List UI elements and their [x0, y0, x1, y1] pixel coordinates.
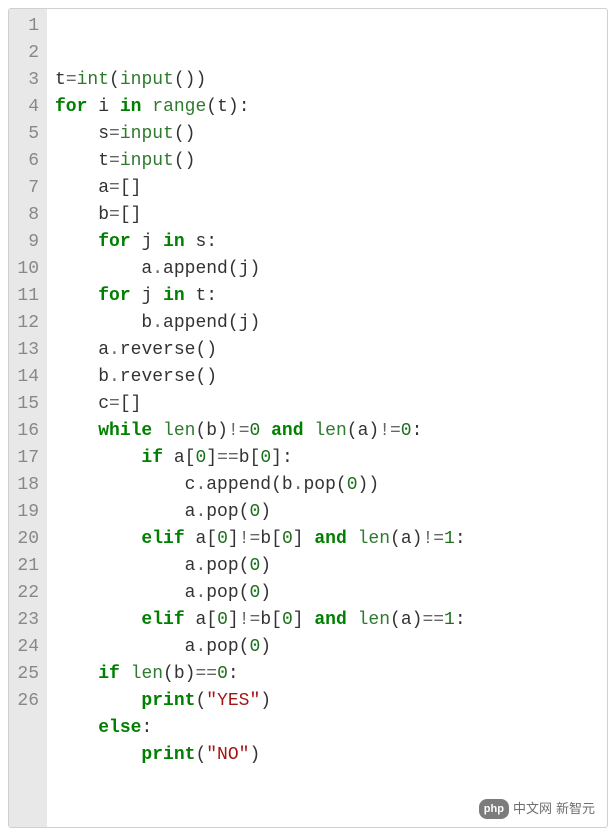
code-content: t=int(input())for i in range(t): s=input… — [47, 9, 607, 827]
line-number: 23 — [15, 607, 39, 634]
code-line: a.append(j) — [55, 256, 599, 283]
line-number: 19 — [15, 499, 39, 526]
line-number: 22 — [15, 580, 39, 607]
line-number: 18 — [15, 472, 39, 499]
line-number: 1 — [15, 13, 39, 40]
code-line: elif a[0]!=b[0] and len(a)==1: — [55, 607, 599, 634]
code-line: print("YES") — [55, 688, 599, 715]
code-line: c.append(b.pop(0)) — [55, 472, 599, 499]
line-number: 6 — [15, 148, 39, 175]
watermark-badge: php — [479, 799, 509, 820]
watermark-extra: 新智元 — [556, 799, 595, 819]
code-line: while len(b)!=0 and len(a)!=0: — [55, 418, 599, 445]
code-line: b.append(j) — [55, 310, 599, 337]
watermark: php 中文网 新智元 — [479, 799, 595, 820]
code-line: for i in range(t): — [55, 94, 599, 121]
line-number: 26 — [15, 688, 39, 715]
line-number-gutter: 1234567891011121314151617181920212223242… — [9, 9, 47, 827]
code-line: print("NO") — [55, 742, 599, 769]
line-number: 4 — [15, 94, 39, 121]
code-line: s=input() — [55, 121, 599, 148]
code-line: elif a[0]!=b[0] and len(a)!=1: — [55, 526, 599, 553]
line-number: 14 — [15, 364, 39, 391]
code-line: t=int(input()) — [55, 67, 599, 94]
code-line: a.pop(0) — [55, 634, 599, 661]
line-number: 3 — [15, 67, 39, 94]
code-line: a=[] — [55, 175, 599, 202]
line-number: 12 — [15, 310, 39, 337]
line-number: 11 — [15, 283, 39, 310]
line-number: 17 — [15, 445, 39, 472]
code-line: c=[] — [55, 391, 599, 418]
line-number: 10 — [15, 256, 39, 283]
line-number: 25 — [15, 661, 39, 688]
watermark-text: 中文网 — [513, 799, 552, 819]
line-number: 8 — [15, 202, 39, 229]
line-number: 20 — [15, 526, 39, 553]
code-line: a.reverse() — [55, 337, 599, 364]
line-number: 13 — [15, 337, 39, 364]
code-line: b.reverse() — [55, 364, 599, 391]
line-number: 21 — [15, 553, 39, 580]
code-line: a.pop(0) — [55, 553, 599, 580]
line-number: 2 — [15, 40, 39, 67]
code-line: for j in t: — [55, 283, 599, 310]
code-line: if a[0]==b[0]: — [55, 445, 599, 472]
code-line: for j in s: — [55, 229, 599, 256]
code-line: if len(b)==0: — [55, 661, 599, 688]
line-number: 24 — [15, 634, 39, 661]
code-line: t=input() — [55, 148, 599, 175]
code-block: 1234567891011121314151617181920212223242… — [8, 8, 608, 828]
code-line: a.pop(0) — [55, 499, 599, 526]
code-line: a.pop(0) — [55, 580, 599, 607]
line-number: 5 — [15, 121, 39, 148]
line-number: 9 — [15, 229, 39, 256]
code-line: else: — [55, 715, 599, 742]
line-number: 7 — [15, 175, 39, 202]
line-number: 15 — [15, 391, 39, 418]
line-number: 16 — [15, 418, 39, 445]
code-line: b=[] — [55, 202, 599, 229]
